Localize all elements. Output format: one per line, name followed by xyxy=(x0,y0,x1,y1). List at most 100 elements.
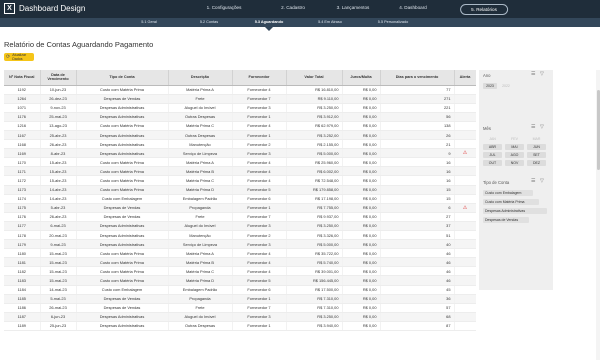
slicer-tipo-embalagem[interactable]: Custo com Embalagem xyxy=(483,190,533,196)
table-row[interactable]: 1168 26-abr-23 Despesas Administrativas Man… xyxy=(4,139,476,150)
table-row[interactable]: 1180 15-mai-23 Custo com Matéria Prima Maté… xyxy=(4,248,476,259)
cell-dias-vencimento: 51 xyxy=(380,230,455,241)
table-row[interactable]: 1184 14-mai-23 Custo com Embalagem Embalage… xyxy=(4,285,476,295)
col-header-tipo-conta[interactable]: Tipo de Conta xyxy=(76,70,169,86)
slicer-ano-2022[interactable]: 2022 xyxy=(499,83,513,89)
clear-filter-icon[interactable]: ▽ xyxy=(540,179,544,184)
slicer-mes-mai[interactable]: MAI xyxy=(505,144,524,150)
nav-cadastro[interactable]: 2. Cadastro xyxy=(281,5,305,10)
table-row[interactable]: 1175 5-abr-23 Despesas de Vendas Propaganda… xyxy=(4,203,476,213)
vertical-scrollbar[interactable] xyxy=(596,70,600,360)
cell-dias-vencimento: 57 xyxy=(380,303,455,313)
cell-descricao: Aluguel do Imóvel xyxy=(168,312,233,322)
table-row[interactable]: 1185 5-mai-23 Despesas de Vendas Propaganda… xyxy=(4,294,476,304)
subnav-em-atraso[interactable]: 5.4 Em Atraso xyxy=(318,20,342,24)
subnav-contas[interactable]: 5.2 Contas xyxy=(200,20,218,24)
table-row[interactable]: 1169 8-abr-23 Despesas Administrativas Serv… xyxy=(4,148,476,159)
table-row[interactable]: 1186 26-mai-23 Despesas de Vendas Frete Forn… xyxy=(4,303,476,313)
cell-valor-total: R$ 3.326,00 xyxy=(286,230,343,241)
slicer-mes-mar[interactable]: MAR xyxy=(527,136,546,142)
cell-fornecedor: Fornecedor 2 xyxy=(232,230,287,241)
cell-vencimento: 25-abr-23 xyxy=(40,130,77,141)
table-row[interactable]: 1176 26-abr-23 Despesas de Vendas Frete Forn… xyxy=(4,212,476,222)
cell-dias-vencimento: 9 xyxy=(380,148,455,159)
col-header-dias-vencimento[interactable]: Dias para o vencimento xyxy=(380,70,455,86)
slicer-mes-dez[interactable]: DEZ xyxy=(527,160,546,166)
slicer-tipo-administrativas[interactable]: Despesas Administrativas xyxy=(483,208,547,214)
slicer-tipo-materia-prima[interactable]: Custo com Matéria Prima xyxy=(483,199,539,205)
cell-tipo-conta: Custo com Matéria Prima xyxy=(76,157,169,168)
col-header-valor-total[interactable]: Valor Total xyxy=(286,70,343,86)
slicer-mes-out[interactable]: OUT xyxy=(483,160,502,166)
slicer-tipo-vendas[interactable]: Despesas de Vendas xyxy=(483,217,529,223)
slicer-mes-abr[interactable]: ABR xyxy=(483,144,502,150)
table-row[interactable]: 1174 14-abr-23 Custo com Embalagem Embalage… xyxy=(4,194,476,204)
table-row[interactable]: 1183 15-mai-23 Custo com Matéria Prima Maté… xyxy=(4,275,476,286)
table-row[interactable]: 1172 15-abr-23 Custo com Matéria Prima Maté… xyxy=(4,175,476,186)
cell-dias-vencimento: 87 xyxy=(380,321,455,332)
table-row[interactable]: 1216 13-ago-23 Custo com Matéria Prima Maté… xyxy=(4,121,476,131)
cell-valor-total: R$ 9.937,00 xyxy=(286,212,343,222)
cell-valor-total: R$ 35.722,00 xyxy=(286,248,343,259)
cell-fornecedor: Fornecedor 4 xyxy=(232,175,287,186)
refresh-data-button[interactable]: ⟳ Atualizar Dados xyxy=(4,53,34,61)
multiselect-icon[interactable]: ☰ xyxy=(531,179,535,184)
table-row[interactable]: 1173 14-abr-23 Custo com Matéria Prima Maté… xyxy=(4,185,476,195)
nav-relatorios[interactable]: 5. Relatórios xyxy=(460,4,508,15)
table-row[interactable]: 1170 15-abr-23 Custo com Matéria Prima Maté… xyxy=(4,157,476,168)
cell-dias-vencimento: 46 xyxy=(380,275,455,286)
nav-configuracoes[interactable]: 1. Configurações xyxy=(207,5,242,10)
cell-dias-vencimento: 46 xyxy=(380,248,455,259)
slicer-mes-nov[interactable]: NOV xyxy=(505,160,524,166)
cell-descricao: Matéria Prima D xyxy=(168,275,233,286)
table-row[interactable]: 1189 25-jun-23 Despesas Administrativas Out… xyxy=(4,321,476,332)
slicer-ano-2023[interactable]: 2023 xyxy=(483,83,497,89)
cell-nota-fiscal: 1187 xyxy=(4,312,41,322)
table-row[interactable]: 1182 15-mai-23 Custo com Matéria Prima Maté… xyxy=(4,266,476,277)
table-row[interactable]: 1192 10-jun-23 Custo com Matéria Prima Maté… xyxy=(4,85,476,95)
slicer-mes-jun[interactable]: JUN xyxy=(527,144,546,150)
nav-dashboard[interactable]: 4. Dashboard xyxy=(399,5,427,10)
table-row[interactable]: 1171 15-abr-23 Custo com Matéria Prima Maté… xyxy=(4,166,476,177)
cell-vencimento: 13-ago-23 xyxy=(40,121,77,131)
multiselect-icon[interactable]: ☰ xyxy=(531,125,535,130)
clear-filter-icon[interactable]: ▽ xyxy=(540,125,544,130)
col-header-alerta[interactable]: Alerta xyxy=(454,70,476,86)
cell-vencimento: 20-mai-23 xyxy=(40,230,77,241)
cell-nota-fiscal: 1171 xyxy=(4,166,41,177)
cell-vencimento: 15-mai-23 xyxy=(40,248,77,259)
slicer-mes-jul[interactable]: JUL xyxy=(483,152,502,158)
table-row[interactable]: 1181 15-mai-23 Custo com Matéria Prima Maté… xyxy=(4,257,476,268)
cell-vencimento: 15-abr-23 xyxy=(40,157,77,168)
cell-fornecedor: Fornecedor 6 xyxy=(232,194,287,204)
slicer-mes-jan[interactable]: JAN xyxy=(483,136,502,142)
scrollbar-thumb[interactable] xyxy=(596,90,600,170)
cell-nota-fiscal: 1174 xyxy=(4,194,41,204)
cell-alerta xyxy=(454,139,476,150)
slicer-mes-set[interactable]: SET xyxy=(527,152,546,158)
table-row[interactable]: 1176 25-mai-23 Despesas Administrativas Out… xyxy=(4,112,476,122)
cell-alerta xyxy=(454,257,476,268)
col-header-juros-multa[interactable]: Juros/Multa xyxy=(342,70,381,86)
slicer-mes-ago[interactable]: AGO xyxy=(505,152,524,158)
subnav-aguardando[interactable]: 5.3 Aguardando xyxy=(255,20,284,24)
cell-nota-fiscal: 1264 xyxy=(4,94,41,104)
table-row[interactable]: 1177 6-mai-23 Despesas Administrativas Alug… xyxy=(4,221,476,232)
col-header-nota-fiscal[interactable]: Nº Nota Fiscal xyxy=(4,70,41,86)
col-header-vencimento[interactable]: Data de Vencimento xyxy=(40,70,77,86)
slicer-mes-fev[interactable]: FEV xyxy=(505,136,524,142)
cell-valor-total: R$ 6.002,00 xyxy=(286,166,343,177)
col-header-descricao[interactable]: Descrição xyxy=(168,70,233,86)
clear-filter-icon[interactable]: ▽ xyxy=(540,72,544,77)
table-row[interactable]: 1179 9-mai-23 Despesas Administrativas Serv… xyxy=(4,239,476,250)
nav-lancamentos[interactable]: 3. Lançamentos xyxy=(337,5,370,10)
table-row[interactable]: 1071 9-nov-23 Despesas Administrativas Alug… xyxy=(4,103,476,113)
table-row[interactable]: 1187 6-jun-23 Despesas Administrativas Alug… xyxy=(4,312,476,322)
table-row[interactable]: 1264 26-dez-23 Despesas de Vendas Frete Forn… xyxy=(4,94,476,104)
subnav-geral[interactable]: 5.1 Geral xyxy=(141,20,157,24)
table-row[interactable]: 1178 20-mai-23 Despesas Administrativas Man… xyxy=(4,230,476,241)
multiselect-icon[interactable]: ☰ xyxy=(531,72,535,77)
col-header-fornecedor[interactable]: Fornecedor xyxy=(232,70,287,86)
subnav-personalizado[interactable]: 5.5 Personalizado xyxy=(378,20,408,24)
table-row[interactable]: 1167 25-abr-23 Despesas Administrativas Out… xyxy=(4,130,476,141)
